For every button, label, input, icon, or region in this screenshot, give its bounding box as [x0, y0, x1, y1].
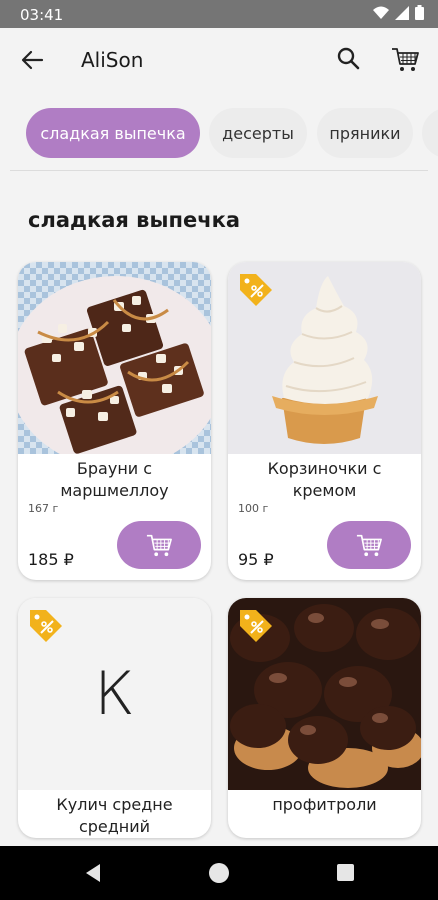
divider	[10, 170, 428, 171]
chip-desserts[interactable]: десерты	[209, 108, 307, 158]
nav-home-icon[interactable]	[209, 863, 229, 883]
nav-recents-icon[interactable]	[337, 864, 354, 881]
product-card[interactable]: профитроли	[228, 598, 421, 838]
chip-more[interactable]	[422, 108, 438, 158]
cart-icon[interactable]	[390, 44, 420, 74]
product-name: Брауни с маршмеллоу	[60, 459, 169, 500]
product-card[interactable]: Корзиночки с кремом 100 г 95 ₽	[228, 262, 421, 580]
chip-gingerbread[interactable]: пряники	[317, 108, 413, 158]
cart-icon	[356, 534, 382, 557]
product-weight: 167 г	[28, 502, 59, 515]
sale-tag-icon	[240, 610, 272, 642]
sale-tag-icon	[240, 274, 272, 306]
product-name: Кулич средне средний	[56, 795, 173, 836]
sale-tag-icon	[30, 610, 62, 642]
status-time: 03:41	[20, 6, 64, 24]
product-name: профитроли	[272, 795, 377, 814]
system-nav-bar	[0, 846, 438, 900]
add-to-cart-button[interactable]	[117, 521, 201, 569]
section-title: сладкая выпечка	[28, 208, 241, 232]
placeholder-letter: К	[94, 659, 135, 729]
signal-icon	[395, 5, 409, 20]
product-name: Корзиночки с кремом	[267, 459, 382, 500]
app-bar: AliSon	[0, 28, 438, 92]
cart-icon	[146, 534, 172, 557]
add-to-cart-button[interactable]	[327, 521, 411, 569]
product-card[interactable]: К Кулич средне средний	[18, 598, 211, 838]
product-weight: 100 г	[238, 502, 269, 515]
battery-icon	[415, 5, 424, 20]
search-icon[interactable]	[336, 46, 362, 72]
category-chips: сладкая выпечка десерты пряники	[0, 108, 438, 160]
product-price: 95 ₽	[238, 550, 274, 569]
chip-sweet-pastry[interactable]: сладкая выпечка	[26, 108, 200, 158]
product-card[interactable]: Брауни с маршмеллоу 167 г 185 ₽	[18, 262, 211, 580]
product-image	[18, 262, 211, 454]
app-title: AliSon	[81, 48, 144, 72]
wifi-icon	[373, 6, 389, 19]
nav-back-icon[interactable]	[84, 863, 102, 883]
back-arrow-icon[interactable]	[18, 46, 46, 74]
product-price: 185 ₽	[28, 550, 74, 569]
status-bar: 03:41	[0, 0, 438, 28]
